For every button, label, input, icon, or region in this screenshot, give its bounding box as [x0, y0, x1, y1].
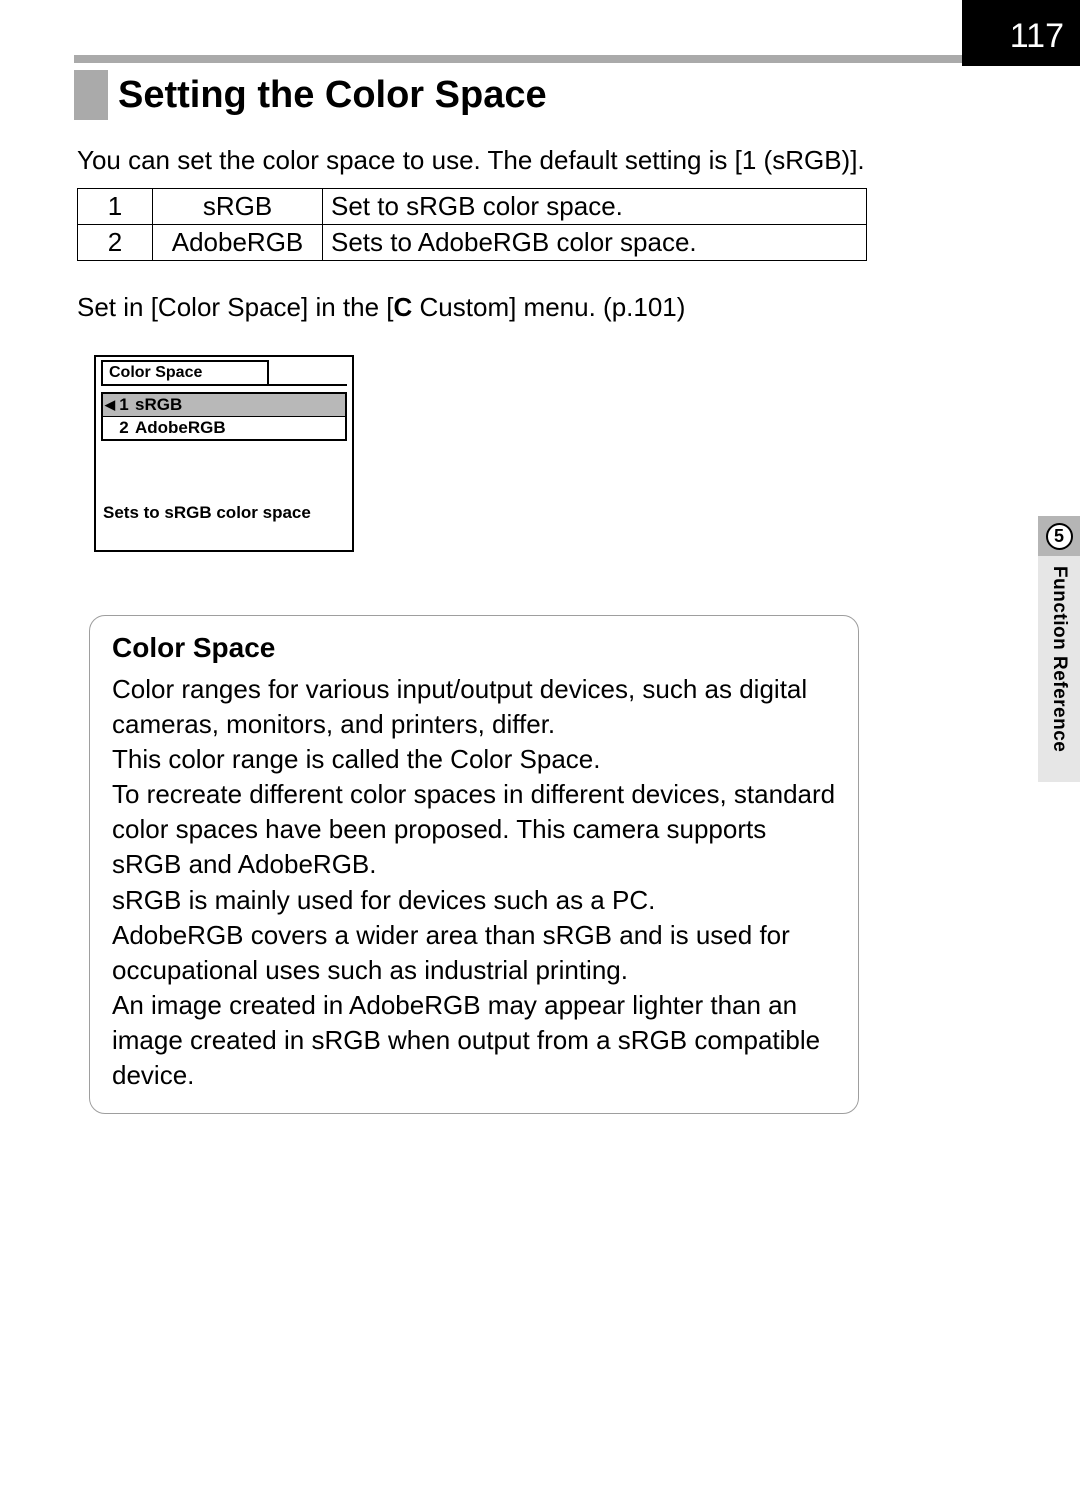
table-row: 1 sRGB Set to sRGB color space.: [78, 189, 867, 225]
menu-list: ◀ 1 sRGB 2 AdobeRGB: [101, 392, 347, 441]
heading-marker: [74, 70, 108, 120]
menu-tabline: [101, 384, 347, 386]
custom-icon: C: [394, 292, 413, 322]
info-title: Color Space: [112, 632, 836, 664]
chapter-number-circle: 5: [1046, 523, 1073, 550]
table-row: 2 AdobeRGB Sets to AdobeRGB color space.: [78, 225, 867, 261]
option-name: sRGB: [153, 189, 323, 225]
menu-item-label: sRGB: [131, 395, 182, 415]
option-desc: Set to sRGB color space.: [323, 189, 867, 225]
heading: Setting the Color Space: [74, 70, 547, 120]
set-in-text: Set in [Color Space] in the [C Custom] m…: [77, 292, 685, 323]
menu-tab: Color Space: [101, 360, 269, 384]
setin-before: Set in [Color Space] in the [: [77, 292, 394, 322]
options-table: 1 sRGB Set to sRGB color space. 2 AdobeR…: [77, 188, 867, 261]
menu-help-text: Sets to sRGB color space: [103, 503, 311, 523]
left-arrow-icon: ◀: [103, 397, 117, 413]
menu-screenshot: Color Space ◀ 1 sRGB 2 AdobeRGB Sets to …: [94, 355, 354, 552]
menu-item-number: 1: [117, 395, 131, 415]
info-body: Color ranges for various input/output de…: [112, 672, 836, 1093]
menu-item-label: AdobeRGB: [131, 418, 226, 438]
menu-item: 2 AdobeRGB: [103, 416, 345, 439]
menu-item-selected: ◀ 1 sRGB: [103, 394, 345, 416]
option-number: 1: [78, 189, 153, 225]
chapter-marker: 5: [1038, 516, 1080, 556]
chapter-number: 5: [1054, 526, 1064, 547]
info-box: Color Space Color ranges for various inp…: [89, 615, 859, 1114]
option-desc: Sets to AdobeRGB color space.: [323, 225, 867, 261]
option-number: 2: [78, 225, 153, 261]
setin-after: Custom] menu. (p.101): [412, 292, 685, 322]
page-number: 117: [1010, 17, 1064, 56]
menu-item-number: 2: [117, 418, 131, 438]
heading-text: Setting the Color Space: [118, 70, 547, 120]
option-name: AdobeRGB: [153, 225, 323, 261]
chapter-label: Function Reference: [1048, 566, 1070, 752]
intro-text: You can set the color space to use. The …: [77, 145, 865, 176]
page-number-box: 117: [962, 0, 1080, 66]
header-rule: [74, 55, 998, 63]
chapter-label-tab: Function Reference: [1038, 556, 1080, 782]
